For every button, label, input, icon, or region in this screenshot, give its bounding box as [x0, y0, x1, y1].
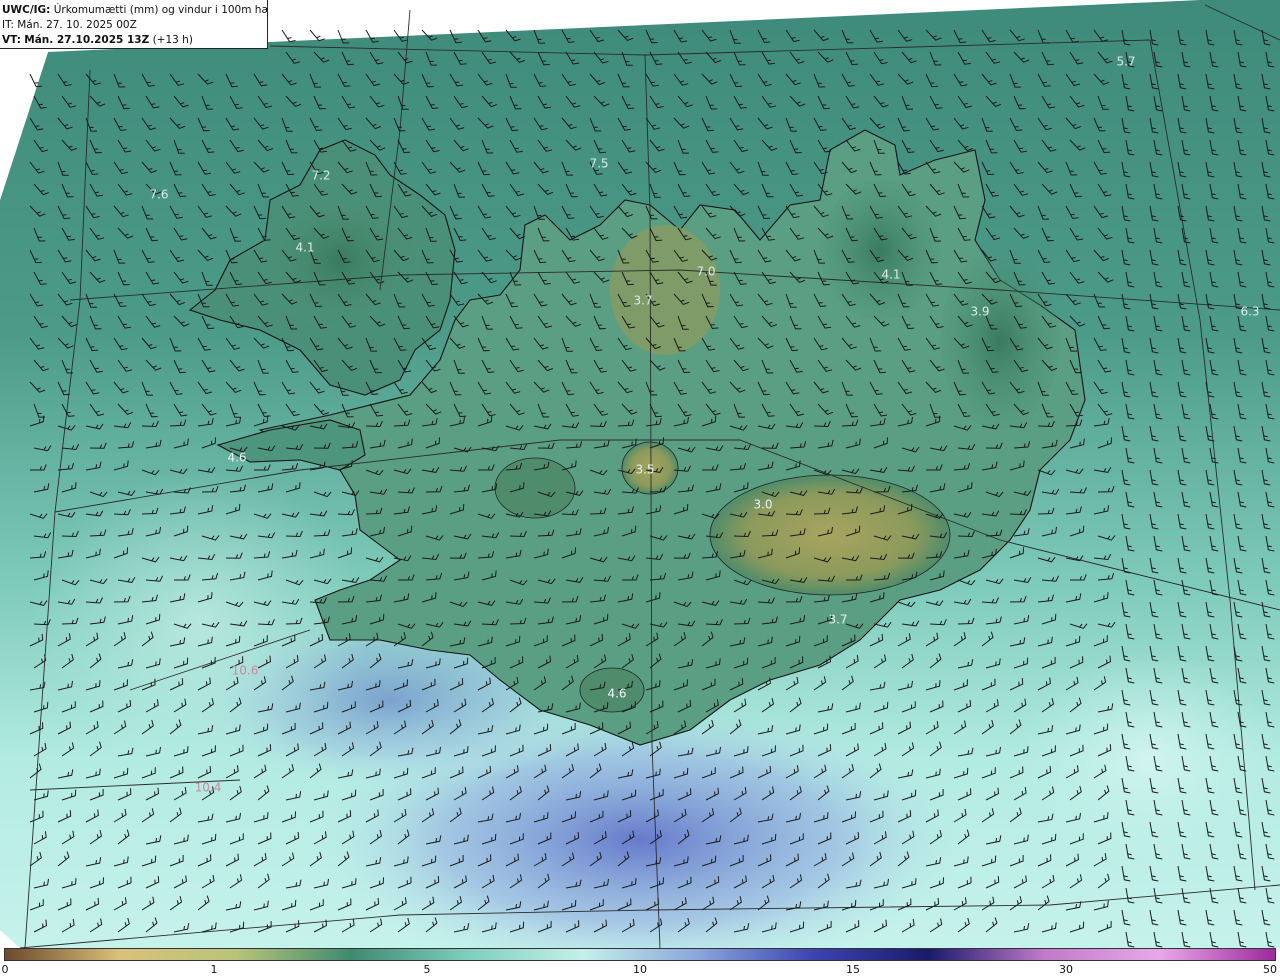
wind-barb — [309, 29, 325, 42]
precip-value-label: 4.1 — [881, 268, 900, 282]
north-highland — [610, 225, 720, 355]
colorbar-gradient — [4, 948, 1276, 961]
colorbar-tick: 50 — [1263, 963, 1277, 976]
precip-value-label: 10.4 — [195, 781, 222, 795]
wind-barb — [281, 29, 296, 43]
precip-value-label: 7.2 — [311, 169, 330, 183]
precip-value-label: 5.7 — [1116, 55, 1135, 69]
precip-value-label: 3.7 — [828, 613, 847, 627]
map-title: Úrkomumætti (mm) og vindur i 100m hæð — [53, 4, 268, 16]
precip-value-label: 7.6 — [149, 188, 168, 202]
precip-value-label: 10.6 — [232, 664, 259, 678]
map-canvas[interactable]: 5.7 7.5 7.2 7.6 4.1 7.0 3.7 4.1 3.9 6.3 4.6 3.5 3.0 3… — [0, 0, 1280, 948]
precip-value-label: 4.6 — [607, 687, 626, 701]
precip-value-label: 6.3 — [1240, 305, 1259, 319]
precip-value-label: 3.5 — [635, 463, 654, 477]
colorbar-tick: 30 — [1059, 963, 1073, 976]
colorbar-tick: 0 — [1, 963, 9, 976]
precipitation-wind-map[interactable]: 5.7 7.5 7.2 7.6 4.1 7.0 3.7 4.1 3.9 6.3 4.6 3.5 3.0 3… — [0, 0, 1280, 948]
init-time: Mán. 27. 10. 2025 00Z — [17, 19, 137, 31]
precip-value-label: 4.1 — [295, 241, 314, 255]
northeast-hills — [820, 180, 940, 320]
colorbar-tick: 1 — [210, 963, 218, 976]
colorbar-tick: 15 — [846, 963, 860, 976]
precip-value-label: 7.0 — [696, 265, 715, 279]
precip-value-label: 4.6 — [227, 451, 246, 465]
precip-value-label: 3.7 — [633, 294, 652, 308]
east-hills — [940, 250, 1060, 430]
precip-value-label: 7.5 — [589, 157, 608, 171]
init-prefix: IT: — [2, 19, 14, 31]
valid-time: Mán. 27.10.2025 13Z — [24, 34, 150, 46]
init-time-line: IT: Mán. 27. 10. 2025 00Z — [2, 18, 267, 33]
lead-time: (+13 h) — [152, 34, 193, 46]
colorbar-ticks: 0 1 5 10 15 30 50 — [0, 961, 1280, 978]
map-info-box: UWC/IG: Úrkomumætti (mm) og vindur i 100… — [0, 0, 268, 49]
valid-time-line: VT: Mán. 27.10.2025 13Z (+13 h) — [2, 33, 267, 48]
langjokull-highland — [494, 457, 576, 519]
precip-colorbar — [4, 948, 1276, 961]
precip-value-label: 3.9 — [970, 305, 989, 319]
title-line: UWC/IG: Úrkomumætti (mm) og vindur i 100… — [2, 3, 267, 18]
colorbar-tick: 5 — [423, 963, 431, 976]
valid-prefix: VT: — [2, 34, 21, 46]
precip-value-label: 3.0 — [753, 498, 772, 512]
model-name: UWC/IG: — [2, 4, 51, 16]
colorbar-tick: 10 — [633, 963, 647, 976]
